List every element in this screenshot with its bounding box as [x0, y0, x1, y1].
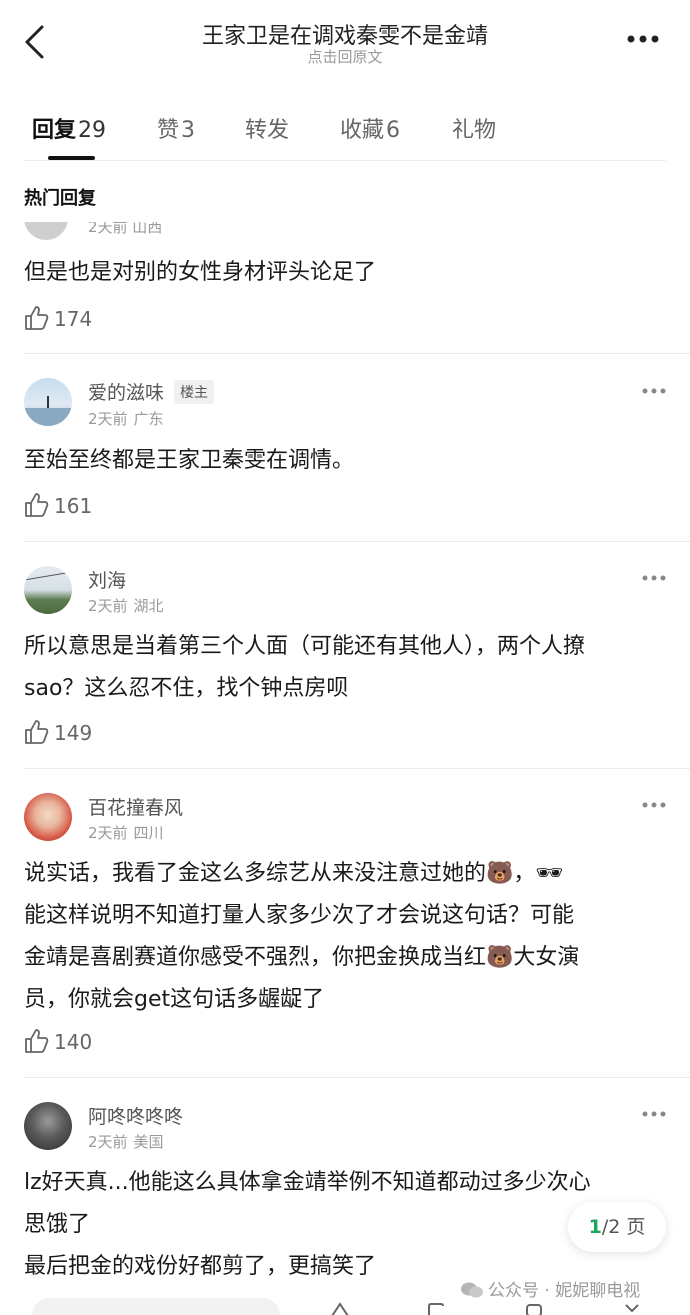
thumbs-up-icon [25, 306, 49, 330]
total-pages: /2 页 [601, 1216, 646, 1238]
username[interactable]: 百花撞春风 [88, 793, 183, 820]
back-to-original-link[interactable]: 点击回原文 [0, 46, 690, 67]
comment-text: 至始至终都是王家卫秦雯在调情。 [24, 448, 355, 473]
avatar[interactable] [24, 378, 72, 426]
divider [24, 768, 690, 769]
comment-meta: 2天前 四川 [88, 822, 164, 843]
page-indicator[interactable]: 1/2 页 [568, 1202, 666, 1252]
comment-location: 广东 [133, 410, 164, 428]
username[interactable]: 刘海 [88, 566, 126, 593]
thumbs-up-icon [25, 493, 49, 517]
comment-text: 说实话，我看了金这么多综艺从来没注意过她的🐻，🕶 能这样说明不知道打量人家多少次… [24, 861, 580, 1012]
divider [24, 160, 666, 161]
author-badge: 楼主 [174, 380, 215, 404]
like-count: 161 [54, 494, 93, 518]
like-count: 149 [54, 721, 93, 745]
tab-favorites[interactable]: 收藏6 [340, 112, 400, 144]
tab-bar: 回复29 赞3 转发 收藏6 礼物 [0, 96, 690, 162]
tab-label: 转发 [245, 118, 290, 143]
comment-meta: 2天前 广东 [88, 408, 164, 429]
more-dots-icon[interactable] [626, 34, 660, 44]
username-text: 刘海 [88, 570, 127, 592]
current-page: 1 [588, 1216, 602, 1238]
comment-time: 2天前 [88, 824, 128, 842]
tab-count: 6 [386, 118, 401, 143]
gift-icon[interactable] [622, 1302, 642, 1315]
comment-text: 所以意思是当着第三个人面（可能还有其他人），两个人撩 sao？这么忍不住，找个钟… [24, 634, 586, 701]
more-dots-icon[interactable] [642, 1111, 666, 1117]
section-title: 热门回复 [24, 188, 96, 209]
thumbs-up-icon [25, 1029, 49, 1053]
username[interactable]: 阿咚咚咚咚 [88, 1102, 183, 1129]
tab-gifts[interactable]: 礼物 [452, 112, 496, 144]
tab-label: 礼物 [452, 118, 497, 143]
username-text: 阿咚咚咚咚 [88, 1106, 184, 1128]
avatar[interactable] [24, 222, 68, 242]
share-icon[interactable] [330, 1302, 350, 1315]
more-dots-icon[interactable] [642, 802, 666, 808]
comment-meta: 2天前 美国 [88, 1131, 164, 1152]
like-count: 174 [54, 307, 93, 331]
tab-count: 29 [78, 118, 107, 143]
comment-time: 2天前 [88, 597, 128, 615]
comment-meta: 2天前 山西 [88, 222, 163, 236]
more-dots-icon[interactable] [642, 388, 666, 394]
tab-count: 3 [181, 118, 196, 143]
divider [24, 353, 690, 354]
comment-meta: 2天前 湖北 [88, 595, 164, 616]
tab-likes[interactable]: 赞3 [157, 112, 195, 144]
tab-label: 赞 [157, 118, 180, 143]
username-text: 爱的滋味 [88, 382, 165, 404]
comment-time: 2天前 [88, 1133, 128, 1151]
thumbs-up-icon [25, 720, 49, 744]
favorite-icon[interactable] [524, 1302, 544, 1315]
avatar[interactable] [24, 566, 72, 614]
tab-label: 收藏 [340, 118, 385, 143]
comment-location: 湖北 [133, 597, 164, 615]
bottom-bar [0, 1298, 690, 1315]
username-text: 百花撞春风 [88, 797, 184, 819]
tab-reposts[interactable]: 转发 [245, 112, 289, 144]
tab-replies[interactable]: 回复29 [32, 112, 106, 144]
avatar[interactable] [24, 793, 72, 841]
divider [24, 1077, 690, 1078]
divider [24, 541, 690, 542]
comment-location: 四川 [133, 824, 164, 842]
reply-input[interactable] [32, 1298, 280, 1315]
comment-location: 美国 [133, 1133, 164, 1151]
comment-text: 但是也是对别的女性身材评头论足了 [24, 260, 377, 285]
more-dots-icon[interactable] [642, 575, 666, 581]
comment-icon[interactable] [426, 1302, 446, 1315]
comment-time: 2天前 [88, 410, 128, 428]
username[interactable]: 爱的滋味 楼主 [88, 378, 215, 405]
avatar[interactable] [24, 1102, 72, 1150]
tab-label: 回复 [32, 118, 77, 143]
wechat-icon [461, 1282, 483, 1298]
top-header: 王家卫是在调戏秦雯不是金靖 点击回原文 [0, 0, 690, 80]
like-count: 140 [54, 1030, 93, 1054]
